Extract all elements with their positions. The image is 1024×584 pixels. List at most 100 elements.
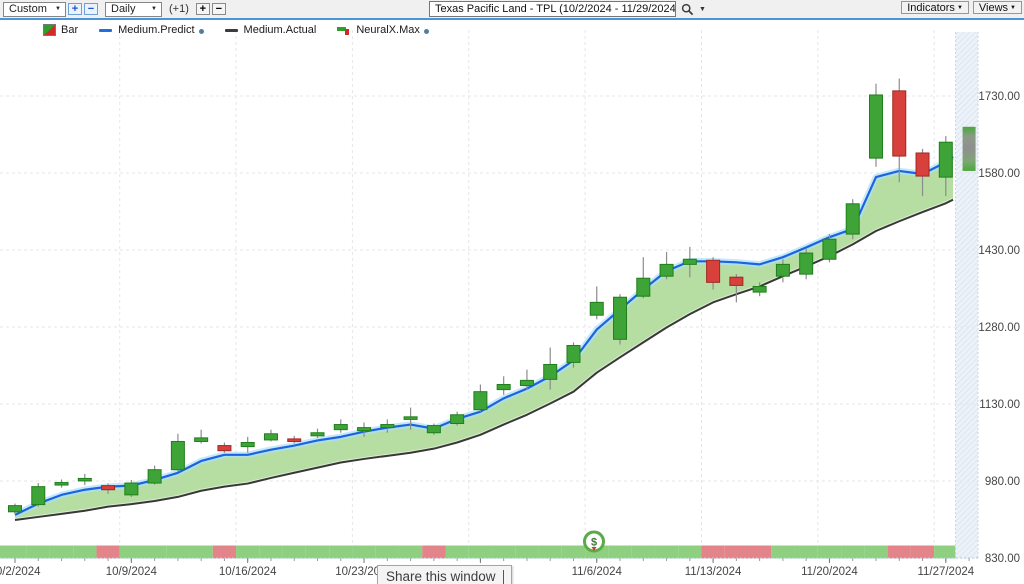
candle[interactable] (706, 259, 721, 283)
toolbar-divider (0, 18, 1024, 20)
candle[interactable] (775, 263, 790, 277)
candle[interactable] (357, 427, 372, 432)
zoom-out-button[interactable]: − (84, 3, 98, 15)
candle[interactable] (217, 445, 232, 452)
search-icon[interactable] (681, 3, 694, 16)
candle[interactable] (752, 285, 767, 293)
candle[interactable] (147, 469, 162, 484)
candle[interactable] (636, 277, 651, 297)
neuralx-signal-segment (445, 545, 469, 559)
neuralx-signal-segment (887, 545, 911, 559)
toolbar-right-group: Indicators ▼ Views ▼ (897, 1, 1022, 14)
candle[interactable] (566, 344, 581, 363)
candle[interactable] (101, 485, 116, 491)
neuralx-signal-segment (305, 545, 330, 559)
neuralx-signal-segment (538, 545, 562, 559)
candle[interactable] (263, 433, 278, 441)
neuralx-signal-segment (701, 545, 725, 559)
candle[interactable] (240, 442, 255, 448)
range-select[interactable]: Custom ▼ (3, 1, 66, 17)
chart-toolbar: Custom ▼ + − Daily ▼ (+1) + − Texas Paci… (0, 0, 1024, 18)
neuralx-signal-segment (142, 545, 167, 559)
candle[interactable] (729, 276, 744, 286)
neuralx-signal-segment (236, 545, 260, 559)
candle[interactable] (822, 238, 837, 260)
neuralx-signal-segment (398, 545, 423, 559)
indicators-button[interactable]: Indicators ▼ (901, 1, 969, 14)
candle[interactable] (938, 141, 953, 178)
candle[interactable] (519, 379, 534, 387)
legend-item-medium-actual[interactable]: Medium.Actual (224, 24, 316, 36)
neuralx-signal-segment (96, 545, 120, 559)
candle[interactable] (8, 505, 22, 513)
charting-app-window: Custom ▼ + − Daily ▼ (+1) + − Texas Paci… (0, 0, 1024, 584)
bar-offset-label: (+1) (169, 3, 189, 15)
views-button[interactable]: Views ▼ (972, 1, 1022, 14)
neuralx-signal-segment (724, 545, 749, 559)
add-bar-button[interactable]: + (195, 3, 210, 15)
neuralx-signal-segment (49, 545, 74, 559)
chevron-down-icon: ▼ (151, 6, 157, 12)
candle[interactable] (310, 432, 325, 437)
dividend-marker[interactable]: $ (583, 530, 605, 553)
candle[interactable] (496, 383, 511, 391)
neuralx-signal-segment (910, 545, 935, 559)
candle[interactable] (77, 477, 92, 482)
neuralx-signal-segment (73, 545, 97, 559)
neuralx-signal-segment (329, 545, 353, 559)
text-cursor-icon (502, 570, 505, 584)
candle[interactable] (868, 94, 883, 159)
y-axis-label: 980.00 (985, 476, 1020, 488)
candle[interactable] (799, 252, 814, 275)
candle[interactable] (31, 486, 46, 506)
symbol-title-input[interactable]: Texas Pacific Land - TPL (10/2/2024 - 11… (429, 1, 676, 17)
symbol-title-group: Texas Pacific Land - TPL (10/2/2024 - 11… (429, 1, 706, 17)
candle[interactable] (403, 416, 418, 420)
candle[interactable] (473, 391, 488, 411)
candle[interactable] (54, 482, 69, 486)
candle[interactable] (892, 90, 907, 157)
candle[interactable] (170, 440, 185, 471)
neuralx-signal-segment (352, 545, 376, 559)
predict-line-icon (99, 28, 113, 32)
candle[interactable] (589, 301, 604, 316)
bar-series-icon (43, 24, 56, 36)
candle[interactable] (450, 414, 465, 425)
neuralx-signal-segment (0, 545, 27, 559)
candle[interactable] (659, 263, 674, 277)
candle[interactable] (543, 363, 558, 380)
x-axis-label: 10/9/2024 (106, 566, 158, 578)
candle[interactable] (380, 424, 395, 429)
candle[interactable] (682, 258, 697, 265)
period-select[interactable]: Daily ▼ (105, 1, 162, 17)
legend-item-neuralx-max[interactable]: NeuralX.Max (337, 24, 429, 36)
candle[interactable] (845, 203, 860, 235)
candle[interactable] (426, 425, 441, 434)
neuralx-signal-segment (375, 545, 399, 559)
x-axis-label: 11/20/2024 (801, 566, 858, 578)
search-dropdown-icon[interactable]: ▼ (699, 6, 706, 13)
legend-item-bar[interactable]: Bar (43, 24, 78, 36)
neuralx-signal-segment (794, 545, 818, 559)
x-axis-label: 10/16/2024 (219, 566, 277, 578)
candle[interactable] (613, 296, 628, 340)
remove-bar-button[interactable]: − (211, 3, 226, 15)
neuralx-signal-segment (282, 545, 306, 559)
series-settings-dot-icon[interactable] (423, 29, 429, 34)
neuralx-signal-segment (26, 545, 50, 559)
candle[interactable] (124, 482, 139, 496)
period-select-value: Daily (111, 3, 136, 15)
legend-item-medium-predict[interactable]: Medium.Predict (99, 24, 204, 36)
neuralx-signal-segment (608, 545, 632, 559)
neuralx-signal-segment (259, 545, 283, 559)
chart-legend: Bar Medium.Predict Medium.Actual NeuralX… (43, 24, 450, 36)
series-settings-dot-icon[interactable] (198, 29, 204, 34)
neuralx-signal-segment (492, 545, 516, 559)
candle[interactable] (194, 437, 209, 442)
candle[interactable] (287, 438, 302, 442)
candle[interactable] (915, 152, 930, 177)
neuralx-signal-segment (841, 545, 865, 559)
zoom-in-button[interactable]: + (68, 3, 82, 15)
price-chart-canvas[interactable]: 1730.00 1580.00 1430.00 1280.00 1130.00 980.0… (0, 20, 1024, 584)
candle[interactable] (333, 424, 348, 431)
